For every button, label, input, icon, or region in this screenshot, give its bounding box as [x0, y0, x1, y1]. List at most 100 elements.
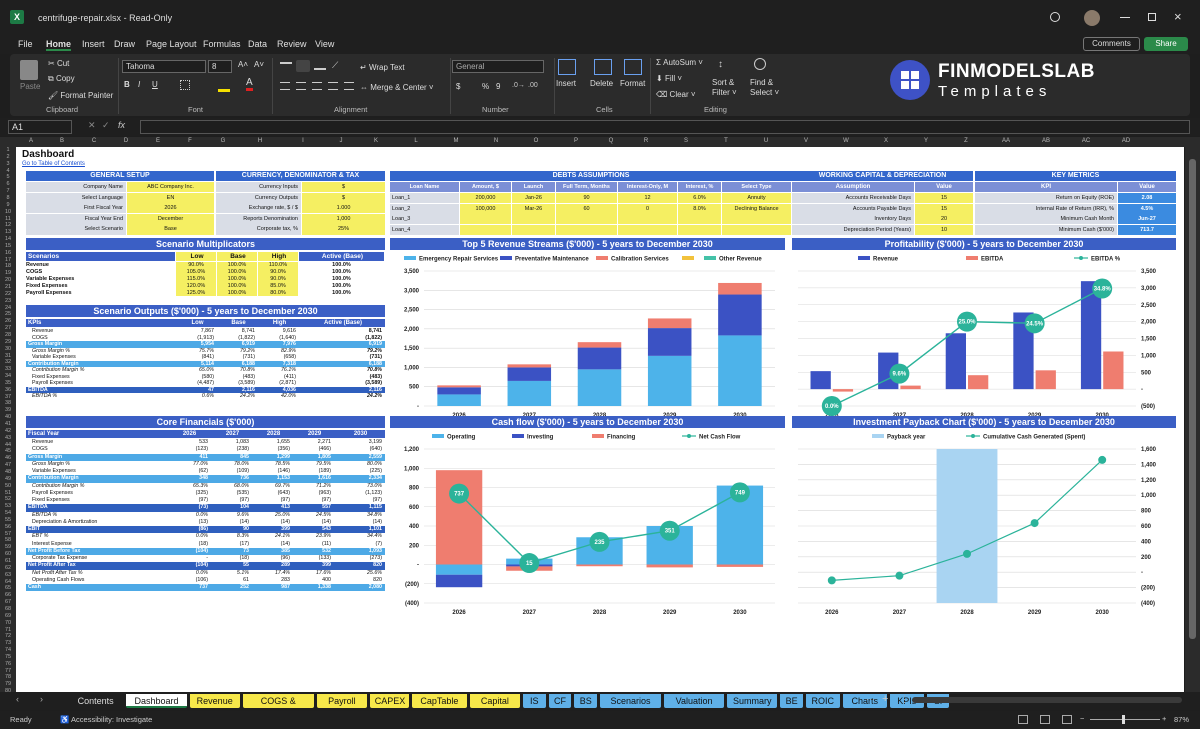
next-sheet-arrow[interactable]: › — [40, 694, 43, 704]
cashflow-bar-segment[interactable] — [576, 564, 623, 567]
chart-3[interactable]: Payback year Cumulative Cash Generated (S… — [792, 429, 1176, 619]
wc-value[interactable]: 20 — [915, 214, 973, 225]
column-header[interactable]: F — [174, 138, 206, 144]
zoom-slider-thumb[interactable] — [1122, 715, 1125, 724]
revenue-bar[interactable] — [810, 371, 831, 390]
tab-cf[interactable]: CF — [548, 694, 572, 708]
excel-app-icon[interactable]: X — [10, 10, 24, 24]
row-number[interactable]: 5 — [0, 174, 16, 180]
avatar[interactable] — [1084, 10, 1100, 26]
font-size-select[interactable]: 8 — [208, 60, 232, 73]
row-number[interactable]: 77 — [0, 668, 16, 674]
row-number[interactable]: 17 — [0, 257, 16, 263]
restore-icon[interactable] — [1148, 13, 1156, 21]
column-header[interactable]: W — [826, 138, 866, 144]
column-header[interactable]: R — [626, 138, 666, 144]
bar-segment[interactable] — [647, 355, 692, 406]
row-number[interactable]: 9 — [0, 202, 16, 208]
multiplicator-cell[interactable]: 90.0% — [258, 268, 298, 276]
align-right-icon[interactable] — [312, 82, 322, 90]
loan-value[interactable] — [460, 214, 511, 225]
comments-button[interactable]: Comments — [1083, 37, 1140, 51]
italic-button[interactable]: I — [138, 80, 140, 89]
tab-summary[interactable]: Summary — [727, 694, 778, 708]
zoom-slider[interactable] — [1090, 719, 1160, 720]
add-sheet-button[interactable]: + — [882, 693, 888, 705]
tab-capex[interactable]: CAPEX — [369, 694, 409, 708]
vertical-scrollbar[interactable] — [1185, 147, 1200, 692]
bar-segment[interactable] — [437, 387, 481, 395]
loan-value[interactable]: 12 — [618, 193, 677, 204]
row-number[interactable]: 2 — [0, 154, 16, 160]
column-header[interactable]: Z — [946, 138, 986, 144]
cancel-icon[interactable]: ✕ — [88, 120, 96, 131]
setup-value[interactable]: EN — [127, 192, 214, 203]
row-number[interactable]: 55 — [0, 517, 16, 523]
row-number[interactable]: 16 — [0, 250, 16, 256]
font-color-icon[interactable]: A — [246, 78, 253, 91]
bar-segment[interactable] — [507, 364, 552, 368]
setup-value[interactable]: $ — [302, 182, 385, 193]
align-top-icon[interactable] — [280, 62, 292, 70]
tab-charts[interactable]: Charts — [842, 694, 887, 708]
row-number[interactable]: 58 — [0, 537, 16, 543]
setup-value[interactable]: Base — [127, 224, 214, 235]
toc-link[interactable]: Go to Table of Contents — [22, 161, 85, 167]
menu-file[interactable]: File — [18, 39, 33, 49]
fill-color-icon[interactable] — [218, 80, 230, 92]
bold-button[interactable]: B — [124, 80, 130, 89]
tab-capital[interactable]: Capital — [470, 694, 520, 708]
insert-function-button[interactable]: fx — [118, 120, 125, 130]
multiplicator-cell[interactable]: 90.0% — [176, 262, 216, 269]
row-number[interactable]: 11 — [0, 216, 16, 222]
loan-value[interactable] — [460, 224, 511, 236]
multiplicator-cell[interactable]: 105.0% — [176, 268, 216, 276]
tab-is[interactable]: IS — [522, 694, 546, 708]
column-header[interactable]: X — [866, 138, 906, 144]
wc-value[interactable]: 15 — [915, 193, 973, 204]
multiplicator-cell[interactable]: 100.0% — [217, 262, 257, 269]
paste-icon[interactable] — [20, 60, 38, 80]
row-number[interactable]: 52 — [0, 496, 16, 502]
column-header[interactable]: O — [516, 138, 556, 144]
row-number[interactable]: 47 — [0, 462, 16, 468]
cumulative-cash-point[interactable] — [895, 571, 904, 580]
ebitda-bar[interactable] — [968, 375, 989, 390]
column-header[interactable]: J — [326, 138, 356, 144]
ebitda-bar[interactable] — [1103, 351, 1124, 390]
column-header[interactable]: AA — [986, 138, 1026, 144]
align-center-icon[interactable] — [296, 82, 306, 90]
bar-segment[interactable] — [718, 335, 762, 406]
row-number[interactable]: 71 — [0, 627, 16, 633]
row-number[interactable]: 50 — [0, 483, 16, 489]
sort-filter-button[interactable]: Sort & Filter ˅ — [712, 78, 737, 98]
row-number[interactable]: 19 — [0, 270, 16, 276]
row-number[interactable]: 68 — [0, 606, 16, 612]
wc-value[interactable]: 15 — [915, 203, 973, 214]
loan-value[interactable] — [722, 214, 791, 225]
row-number[interactable]: 36 — [0, 387, 16, 393]
menu-home[interactable]: Home — [46, 39, 72, 51]
bar-segment[interactable] — [718, 282, 762, 295]
setup-value[interactable]: 25% — [302, 224, 385, 235]
row-number[interactable]: 24 — [0, 305, 16, 311]
row-number[interactable]: 33 — [0, 366, 16, 372]
tab-overflow-icon[interactable]: ⋯ — [866, 694, 875, 705]
setup-value[interactable]: $ — [302, 192, 385, 203]
normal-view-icon[interactable] — [1018, 715, 1028, 724]
loan-value[interactable] — [722, 224, 791, 236]
tab-scenarios[interactable]: Scenarios — [600, 694, 661, 708]
row-number[interactable]: 27 — [0, 325, 16, 331]
loan-value[interactable]: Declining Balance — [722, 203, 791, 214]
merge-center-button[interactable]: ⇔ Merge & Center ˅ — [360, 83, 434, 92]
loan-value[interactable]: 200,000 — [460, 193, 511, 204]
row-number[interactable]: 6 — [0, 181, 16, 187]
row-number[interactable]: 18 — [0, 263, 16, 269]
bar-segment[interactable] — [647, 318, 692, 329]
loan-value[interactable]: Mar-26 — [512, 203, 555, 214]
search-icon[interactable] — [1050, 12, 1060, 22]
zoom-level[interactable]: 87% — [1174, 715, 1189, 724]
row-number[interactable]: 35 — [0, 380, 16, 386]
row-number[interactable]: 73 — [0, 640, 16, 646]
row-number[interactable]: 12 — [0, 222, 16, 228]
